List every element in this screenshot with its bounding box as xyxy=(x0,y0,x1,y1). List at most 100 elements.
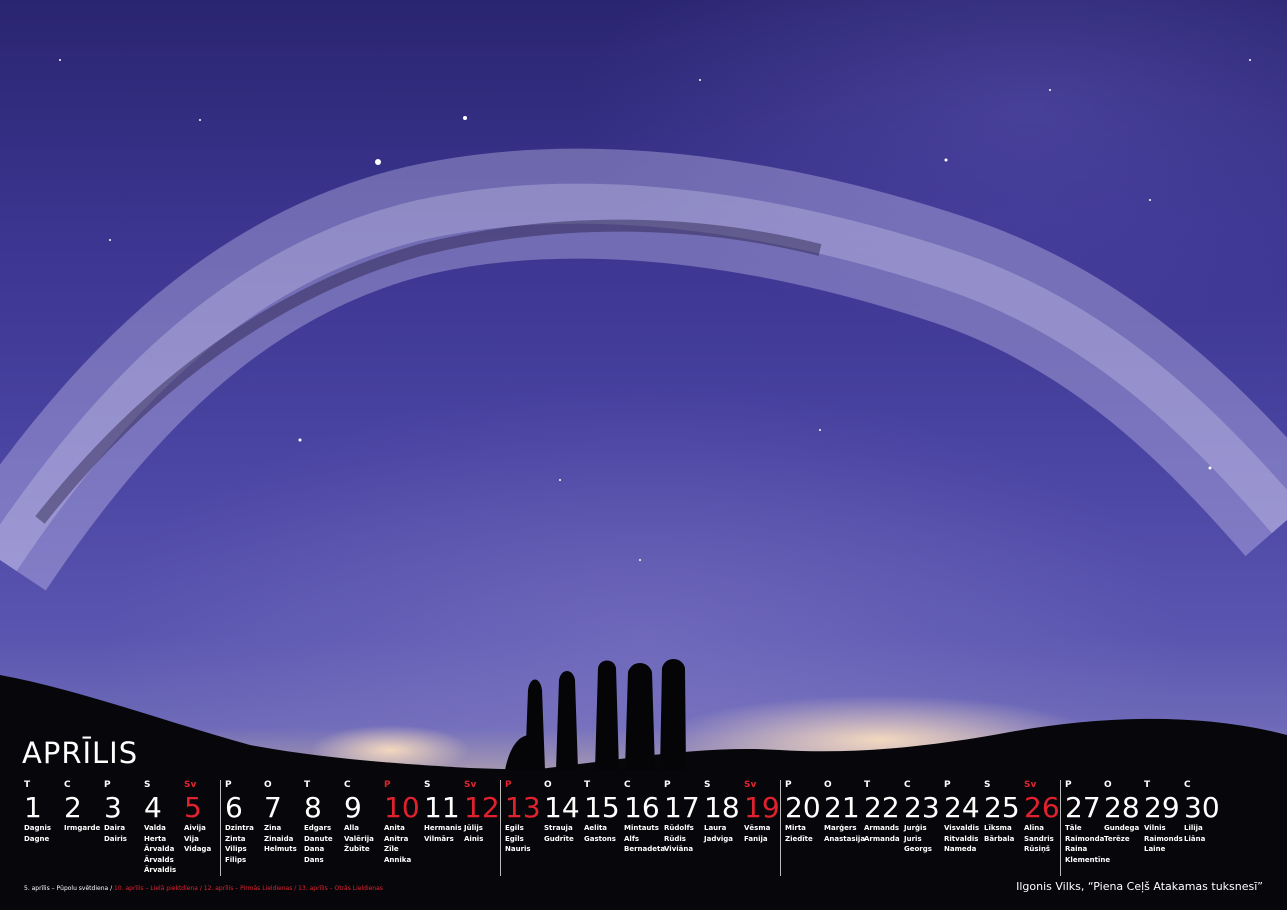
name-day: Līksma xyxy=(984,824,1012,832)
name-day: Dagnis xyxy=(24,824,52,832)
name-day: Ainis xyxy=(464,834,484,843)
name-days: Jūlijs Ainis xyxy=(464,823,500,844)
name-days: Edgars Danute Dana Dans xyxy=(304,823,340,865)
day-number: 20 xyxy=(785,791,821,824)
name-day: Ārvalda xyxy=(144,845,175,853)
name-day: Klementīne xyxy=(1065,855,1111,864)
name-days: Daira Dairis xyxy=(104,823,140,844)
name-day: Rūsiņš xyxy=(1024,845,1051,853)
name-days: Tāle Raimonda Raina Klementīne xyxy=(1065,823,1111,865)
name-day: Anastasija xyxy=(824,834,866,843)
day-cell: C 2 Irmgarde xyxy=(60,780,100,876)
day-number: 14 xyxy=(544,791,580,824)
name-day: Strauja xyxy=(544,824,573,832)
name-days: Irmgarde xyxy=(64,823,100,834)
name-day: Terēze xyxy=(1104,834,1130,843)
name-day: Bernadeta xyxy=(624,845,666,853)
name-day: Nauris xyxy=(505,845,531,853)
name-days: Marģers Anastasija xyxy=(824,823,866,844)
name-day: Tāle xyxy=(1065,824,1082,832)
day-number: 28 xyxy=(1104,791,1140,824)
name-day: Dagne xyxy=(24,834,50,843)
name-days: Mintauts Alfs Bernadeta xyxy=(624,823,666,855)
holidays-note: 5. aprīlis – Pūpolu svētdiena / 10. aprī… xyxy=(24,885,383,892)
day-number: 25 xyxy=(984,791,1020,824)
name-day: Laine xyxy=(1144,845,1166,853)
day-cell: S 18 Laura Jadviga xyxy=(700,780,740,876)
name-day: Egils xyxy=(505,824,524,832)
day-cell: Sv 5 Aivija Vija Vidaga xyxy=(180,780,220,876)
day-number: 23 xyxy=(904,791,940,824)
day-number: 30 xyxy=(1184,791,1220,824)
name-day: Herta xyxy=(144,834,167,843)
name-day: Gundega xyxy=(1104,824,1140,832)
name-day: Raimonda xyxy=(1065,834,1105,843)
day-number: 22 xyxy=(864,791,900,824)
name-days: Hermanis Vilmārs xyxy=(424,823,462,844)
name-day: Armands xyxy=(864,824,900,832)
name-days: Jurģis Juris Georgs xyxy=(904,823,940,855)
day-cell: Sv 26 Alīna Sandris Rūsiņš xyxy=(1020,780,1060,876)
day-cell: Sv 19 Vēsma Fanija xyxy=(740,780,780,876)
name-days: Visvaldis Ritvaldis Nameda xyxy=(944,823,980,855)
name-day: Vija xyxy=(184,834,199,843)
name-days: Vilnis Raimonds Laine xyxy=(1144,823,1183,855)
day-number: 26 xyxy=(1024,791,1060,824)
milky-way-arch xyxy=(0,148,1287,591)
name-days: Alīna Sandris Rūsiņš xyxy=(1024,823,1060,855)
day-number: 12 xyxy=(464,791,500,824)
day-number: 10 xyxy=(384,791,420,824)
name-days: Dzintra Zinta Vilips Filips xyxy=(225,823,260,865)
day-cell: P 10 Anita Anitra Zīle Annika xyxy=(380,780,420,876)
name-day: Jūlijs xyxy=(464,824,483,832)
name-day: Nameda xyxy=(944,845,977,853)
day-number: 5 xyxy=(184,791,202,824)
photo-caption: Ilgonis Vilks, “Piena Ceļš Atakamas tuks… xyxy=(1016,880,1263,893)
name-day: Raina xyxy=(1065,845,1088,853)
day-number: 27 xyxy=(1065,791,1101,824)
day-cell: T 15 Aelita Gastons xyxy=(580,780,620,876)
name-day: Ritvaldis xyxy=(944,834,979,843)
name-day: Danute xyxy=(304,834,333,843)
name-day: Vēsma xyxy=(744,824,771,832)
day-cell: C 30 Lilija Liāna xyxy=(1180,780,1220,876)
name-day: Hermanis xyxy=(424,824,462,832)
name-day: Jadviga xyxy=(704,834,734,843)
name-days: Strauja Gudrīte xyxy=(544,823,580,844)
day-cell: P 6 Dzintra Zinta Vilips Filips xyxy=(220,780,260,876)
day-number: 6 xyxy=(225,791,243,824)
name-day: Alīna xyxy=(1024,824,1044,832)
name-day: Egīls xyxy=(505,834,524,843)
day-cell: P 24 Visvaldis Ritvaldis Nameda xyxy=(940,780,980,876)
day-number: 3 xyxy=(104,791,122,824)
day-cell: P 17 Rūdolfs Rūdis Viviāna xyxy=(660,780,700,876)
day-number: 18 xyxy=(704,791,740,824)
name-day: Lilija xyxy=(1184,824,1203,832)
name-days: Rūdolfs Rūdis Viviāna xyxy=(664,823,700,855)
name-day: Helmuts xyxy=(264,845,297,853)
name-day: Dans xyxy=(304,855,324,864)
name-day: Zīle xyxy=(384,845,399,853)
name-day: Fanija xyxy=(744,834,768,843)
day-cell: C 9 Alla Valērija Žubīte xyxy=(340,780,380,876)
name-day: Gudrīte xyxy=(544,834,574,843)
name-day: Vilips xyxy=(225,845,247,853)
day-number: 13 xyxy=(505,791,541,824)
name-day: Irmgarde xyxy=(64,824,101,832)
name-days: Egils Egīls Nauris xyxy=(505,823,540,855)
name-day: Bārbala xyxy=(984,834,1015,843)
day-cell: T 8 Edgars Danute Dana Dans xyxy=(300,780,340,876)
name-day: Mirta xyxy=(785,824,806,832)
name-day: Ārvaldis xyxy=(144,866,177,874)
name-day: Gastons xyxy=(584,834,616,843)
name-day: Vilnis xyxy=(1144,824,1166,832)
name-day: Dzintra xyxy=(225,824,254,832)
day-cell: O 28 Gundega Terēze xyxy=(1100,780,1140,876)
day-number: 8 xyxy=(304,791,322,824)
day-number: 21 xyxy=(824,791,860,824)
day-number: 2 xyxy=(64,791,82,824)
day-cell: C 16 Mintauts Alfs Bernadeta xyxy=(620,780,666,876)
name-day: Georgs xyxy=(904,845,932,853)
day-cell: Sv 12 Jūlijs Ainis xyxy=(460,780,500,876)
day-cell: P 3 Daira Dairis xyxy=(100,780,140,876)
